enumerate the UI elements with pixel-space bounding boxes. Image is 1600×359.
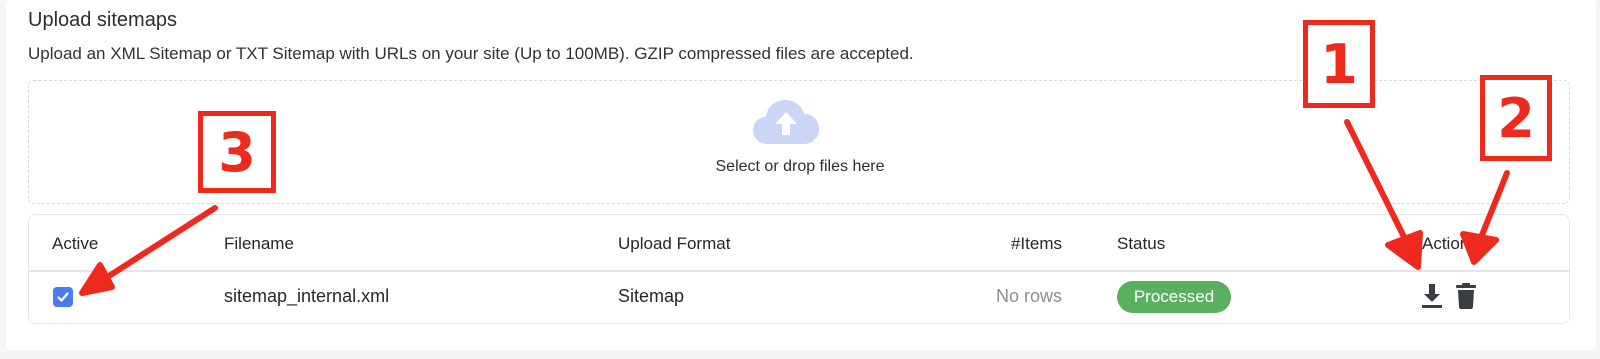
header-upload-format[interactable]: Upload Format — [618, 234, 730, 254]
section-title: Upload sitemaps — [28, 9, 177, 31]
annotation-label-3: 3 — [198, 111, 276, 193]
header-filename[interactable]: Filename — [224, 234, 294, 254]
active-checkbox[interactable] — [53, 287, 73, 307]
sitemaps-table — [28, 214, 1570, 324]
cloud-upload-icon — [753, 100, 819, 144]
header-status[interactable]: Status — [1117, 234, 1165, 254]
header-active[interactable]: Active — [52, 234, 98, 254]
section-description: Upload an XML Sitemap or TXT Sitemap wit… — [28, 44, 914, 63]
header-items[interactable]: #Items — [950, 234, 1062, 254]
status-badge: Processed — [1117, 281, 1231, 313]
annotation-label-2: 2 — [1480, 75, 1552, 161]
checkmark-icon — [57, 292, 69, 302]
trash-icon[interactable] — [1456, 283, 1476, 309]
table-header-divider — [28, 270, 1570, 272]
header-actions: Actions — [1422, 234, 1478, 253]
row-items: No rows — [995, 286, 1062, 306]
annotation-label-1: 1 — [1303, 20, 1375, 108]
row-filename: sitemap_internal.xml — [224, 286, 390, 306]
download-icon[interactable] — [1421, 283, 1443, 309]
row-upload-format: Sitemap — [618, 286, 685, 306]
